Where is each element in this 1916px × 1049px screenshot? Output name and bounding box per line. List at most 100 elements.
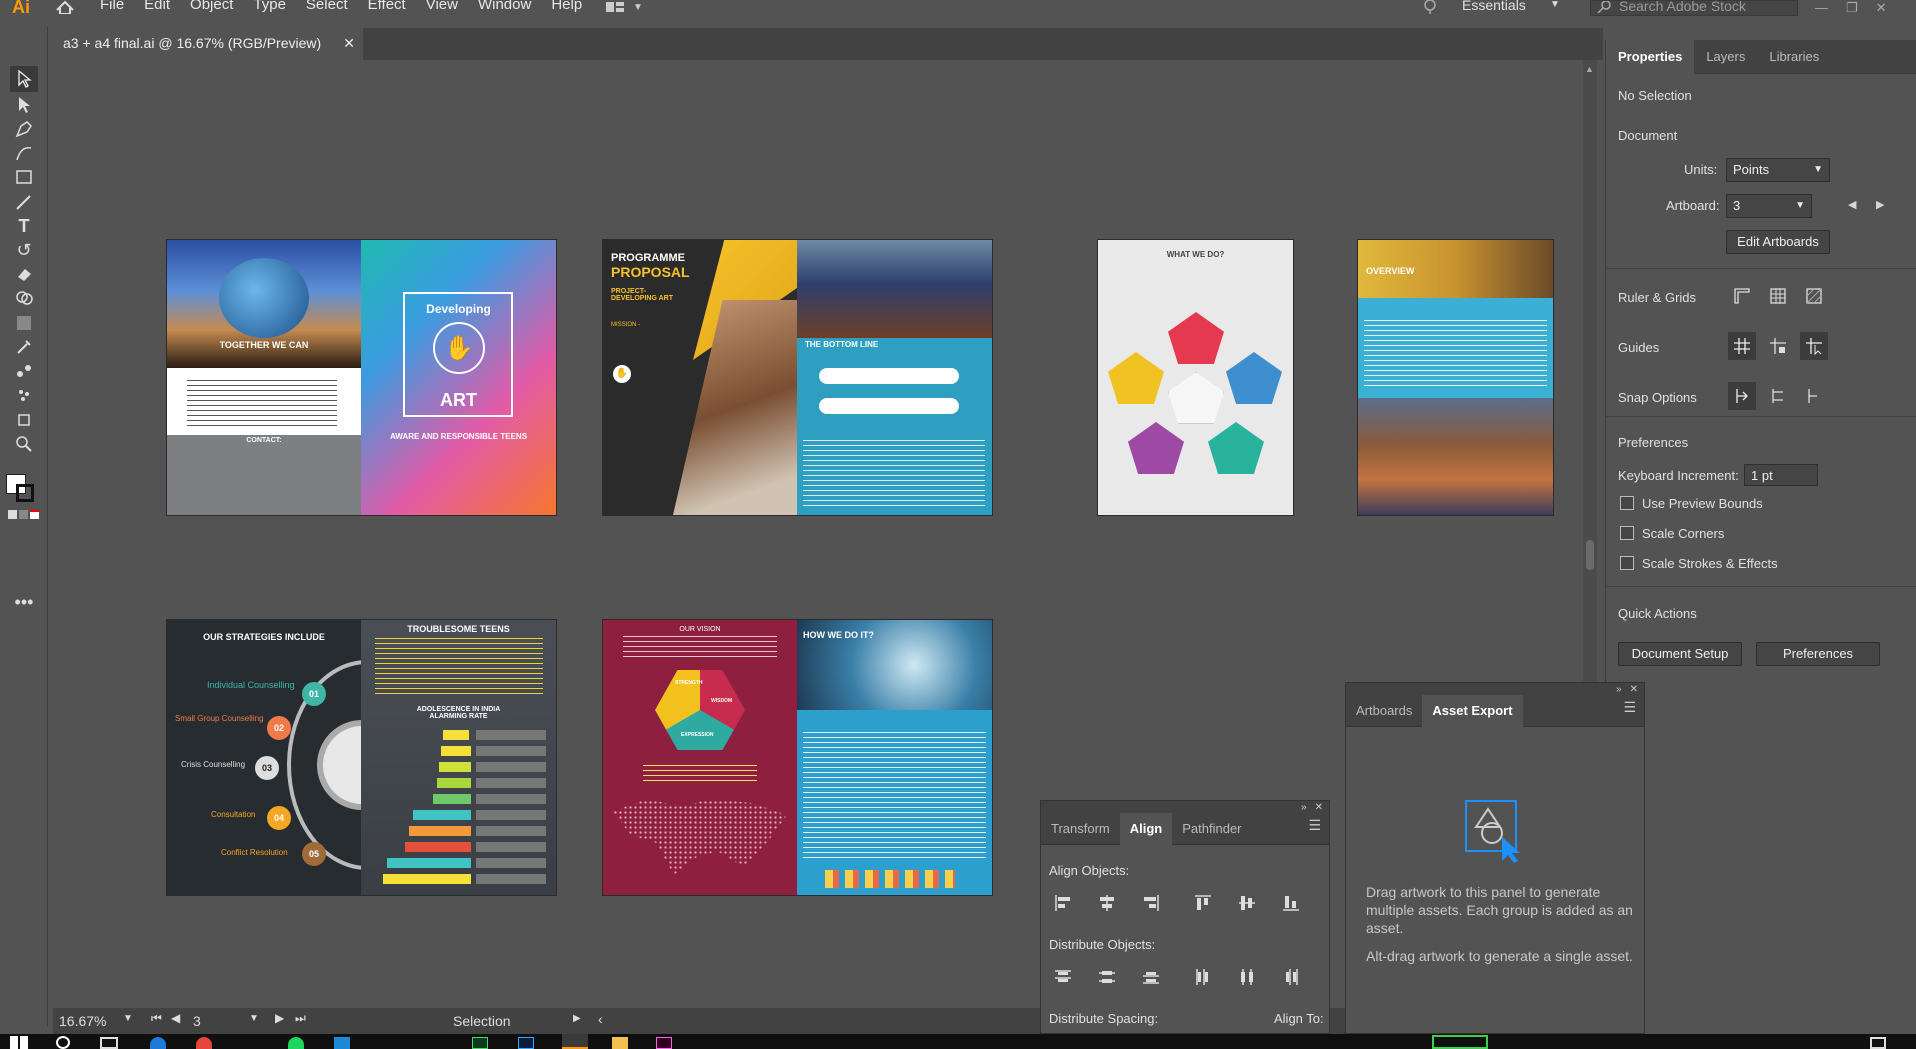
menu-select[interactable]: Select — [296, 0, 358, 20]
distribute-left-icon[interactable] — [1189, 963, 1217, 991]
edge-icon[interactable] — [150, 1037, 166, 1049]
document-setup-button[interactable]: Document Setup — [1618, 642, 1742, 666]
search-adobe-stock-input[interactable]: Search Adobe Stock — [1590, 0, 1798, 16]
start-icon[interactable] — [10, 1036, 28, 1049]
tab-align[interactable]: Align — [1119, 812, 1173, 845]
artboard-dropdown[interactable]: 3 ▼ — [1726, 194, 1812, 218]
zoom-tool-icon[interactable] — [10, 431, 38, 457]
illustrator-taskbar-icon[interactable] — [562, 1034, 588, 1049]
align-top-icon[interactable] — [1189, 889, 1217, 917]
transparency-grid-icon[interactable] — [1800, 282, 1828, 310]
artboard-5[interactable]: OUR STRATEGIES INCLUDE Individual Counse… — [167, 620, 556, 895]
align-vertical-center-icon[interactable] — [1233, 889, 1261, 917]
menu-edit[interactable]: Edit — [134, 0, 180, 20]
edit-artboards-button[interactable]: Edit Artboards — [1726, 230, 1830, 254]
menu-object[interactable]: Object — [180, 0, 243, 20]
menu-file[interactable]: File — [90, 0, 134, 20]
blend-tool-icon[interactable] — [10, 358, 38, 384]
zoom-field[interactable]: 16.67% — [59, 1011, 119, 1031]
keyboard-increment-input[interactable]: 1 pt — [1744, 464, 1818, 486]
distribute-top-icon[interactable] — [1049, 963, 1077, 991]
menu-help[interactable]: Help — [541, 0, 592, 20]
symbol-sprayer-tool-icon[interactable] — [10, 382, 38, 408]
prev-artboard-icon[interactable]: ◀ — [171, 1011, 180, 1025]
rotate-tool-icon[interactable]: ↺ — [10, 237, 38, 263]
artboard-3[interactable]: WHAT WE DO? — [1098, 240, 1293, 515]
paintbrush-tool-icon[interactable] — [10, 189, 38, 215]
tab-libraries[interactable]: Libraries — [1757, 40, 1831, 74]
snap-to-glyph-icon[interactable] — [1800, 382, 1828, 410]
zoom-dropdown-icon[interactable]: ▼ — [123, 1013, 133, 1024]
artboard-tool-icon[interactable] — [10, 407, 38, 433]
color-mode-icons[interactable] — [8, 510, 40, 520]
align-horizontal-center-icon[interactable] — [1093, 889, 1121, 917]
show-guides-icon[interactable] — [1728, 332, 1756, 360]
tab-pathfinder[interactable]: Pathfinder — [1172, 813, 1251, 845]
direct-selection-tool-icon[interactable] — [10, 92, 38, 118]
vscode-icon[interactable] — [334, 1037, 350, 1049]
xd-icon[interactable] — [656, 1037, 672, 1049]
artboard-number-field[interactable]: 3 — [193, 1011, 233, 1031]
status-arrow-icon[interactable]: ▶ — [573, 1013, 581, 1024]
photoshop-icon[interactable] — [518, 1037, 534, 1049]
align-left-icon[interactable] — [1049, 889, 1077, 917]
eraser-tool-icon[interactable] — [10, 261, 38, 287]
distribute-vertical-center-icon[interactable] — [1093, 963, 1121, 991]
close-tab-icon[interactable]: ✕ — [343, 28, 355, 58]
tab-layers[interactable]: Layers — [1694, 40, 1757, 74]
prev-artboard-arrow-icon[interactable]: ◀ — [1848, 198, 1856, 211]
arrange-documents-button[interactable]: ▼ — [605, 0, 651, 14]
menu-window[interactable]: Window — [468, 0, 541, 20]
preferences-button[interactable]: Preferences — [1756, 642, 1880, 666]
fill-stroke-swatch[interactable] — [6, 474, 36, 504]
snap-to-pixel-icon[interactable] — [1764, 382, 1792, 410]
use-preview-bounds-checkbox[interactable] — [1620, 496, 1634, 510]
distribute-horizontal-center-icon[interactable] — [1233, 963, 1261, 991]
shape-builder-tool-icon[interactable] — [10, 285, 38, 311]
dreamweaver-icon[interactable] — [472, 1037, 488, 1049]
smart-guides-icon[interactable] — [1800, 332, 1828, 360]
snap-to-point-icon[interactable] — [1728, 382, 1756, 410]
selection-tool-icon[interactable] — [10, 66, 38, 92]
align-bottom-icon[interactable] — [1277, 889, 1305, 917]
more-tools-icon[interactable]: ••• — [10, 589, 38, 615]
asset-export-header[interactable]: » ✕ — [1346, 683, 1644, 695]
menu-type[interactable]: Type — [243, 0, 296, 20]
maximize-icon[interactable]: ❐ — [1846, 0, 1858, 15]
scale-corners-checkbox[interactable] — [1620, 526, 1634, 540]
artboard-1[interactable]: TOGETHER WE CAN CONTACT: Developing ✋ AR… — [167, 240, 556, 515]
tab-properties[interactable]: Properties — [1606, 39, 1695, 74]
first-artboard-icon[interactable]: ⏮ — [151, 1011, 162, 1026]
minimize-icon[interactable]: — — [1815, 0, 1828, 15]
lightbulb-icon[interactable] — [1420, 0, 1440, 17]
last-artboard-icon[interactable]: ⏭ — [295, 1011, 306, 1026]
artboard-4[interactable]: OVERVIEW — [1358, 240, 1553, 515]
type-tool-icon[interactable]: T — [10, 213, 38, 239]
battery-icon[interactable] — [1432, 1035, 1488, 1049]
ruler-icon[interactable] — [1728, 282, 1756, 310]
align-header[interactable]: » ✕ — [1041, 801, 1329, 813]
panel-menu-icon[interactable]: ☰ — [1308, 817, 1321, 834]
chrome-icon[interactable] — [196, 1037, 212, 1049]
tab-transform[interactable]: Transform — [1041, 813, 1120, 845]
scrollbar-thumb[interactable] — [1586, 540, 1594, 570]
menu-view[interactable]: View — [416, 0, 468, 20]
tab-asset-export[interactable]: Asset Export — [1422, 694, 1523, 727]
lock-guides-icon[interactable] — [1764, 332, 1792, 360]
rectangle-tool-icon[interactable] — [10, 164, 38, 190]
scroll-up-icon[interactable]: ▲ — [1585, 64, 1594, 74]
stroke-swatch[interactable] — [16, 484, 34, 502]
pen-tool-icon[interactable] — [10, 116, 38, 142]
artboard-2[interactable]: PROGRAMME PROPOSAL PROJECT- DEVELOPING A… — [603, 240, 992, 515]
spotify-icon[interactable] — [288, 1037, 304, 1049]
collapse-icon[interactable]: » — [1616, 684, 1622, 695]
align-right-icon[interactable] — [1137, 889, 1165, 917]
gradient-tool-icon[interactable] — [10, 310, 38, 336]
hscroll-left-icon[interactable]: ‹ — [598, 1011, 603, 1027]
collapse-icon[interactable]: » — [1301, 802, 1307, 813]
home-icon[interactable] — [40, 0, 90, 20]
artboard-6[interactable]: OUR VISION STRENGTH WISDOM EXPRESSION HO… — [603, 620, 992, 895]
artboard-dropdown-icon[interactable]: ▼ — [249, 1013, 259, 1024]
folder-icon[interactable] — [612, 1037, 628, 1049]
scale-strokes-checkbox[interactable] — [1620, 556, 1634, 570]
